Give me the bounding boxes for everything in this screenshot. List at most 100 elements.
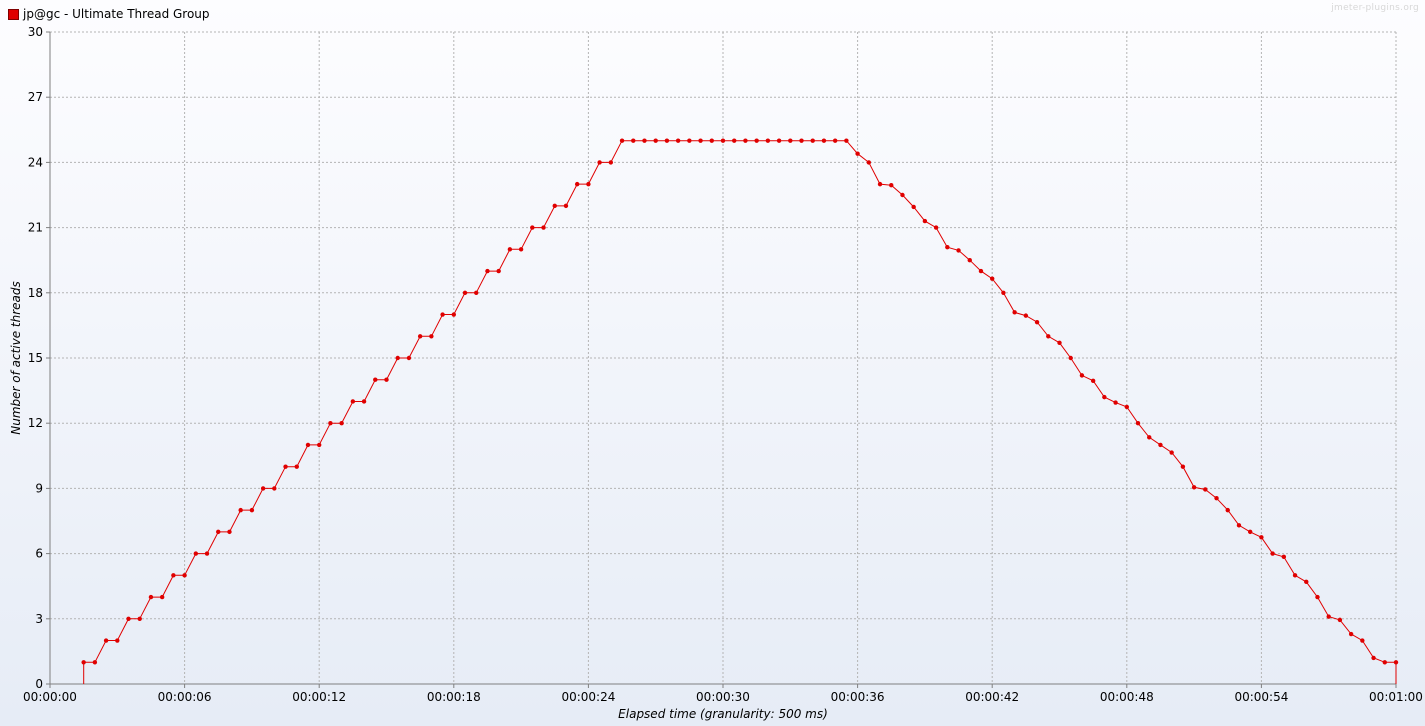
data-point xyxy=(597,160,602,165)
data-point xyxy=(1304,579,1309,585)
y-tick-label: 0 xyxy=(35,677,43,691)
data-point xyxy=(844,138,849,143)
data-point xyxy=(619,138,625,143)
chart-canvas: 00:00:00 00:00:06 00:00:12 00:00:18 00:00:24… xyxy=(0,0,1425,726)
data-point xyxy=(709,138,714,143)
data-point xyxy=(675,138,681,143)
data-point xyxy=(743,138,748,143)
data-point xyxy=(429,334,434,339)
legend: jp@gc - Ultimate Thread Group xyxy=(8,6,210,22)
data-point xyxy=(552,203,557,209)
chart-background xyxy=(0,0,1425,726)
data-point xyxy=(1191,485,1197,490)
data-point xyxy=(1259,535,1264,540)
data-point xyxy=(1337,617,1343,623)
data-point xyxy=(1236,523,1242,528)
data-point xyxy=(664,138,670,143)
x-tick-label: 00:00:06 xyxy=(158,690,212,704)
x-tick-label: 00:00:12 xyxy=(292,690,346,704)
data-point xyxy=(294,464,299,469)
y-axis-title: Number of active threads xyxy=(9,281,23,435)
data-point xyxy=(451,312,456,317)
data-point xyxy=(821,138,827,143)
data-point xyxy=(922,218,928,224)
data-point xyxy=(1012,310,1017,315)
data-point xyxy=(1102,394,1107,400)
data-point xyxy=(1203,487,1208,492)
data-point xyxy=(877,181,883,187)
data-point xyxy=(395,355,400,361)
data-point xyxy=(1057,340,1062,345)
data-point xyxy=(182,573,187,578)
data-point xyxy=(1214,495,1219,501)
data-point xyxy=(518,247,524,252)
data-point xyxy=(563,203,569,209)
data-point xyxy=(204,551,210,556)
data-point xyxy=(855,151,860,156)
data-point xyxy=(137,616,142,621)
data-point xyxy=(1001,290,1006,295)
data-point xyxy=(687,138,692,143)
data-point xyxy=(631,138,636,143)
data-point xyxy=(956,248,961,253)
data-point xyxy=(81,660,86,665)
data-point xyxy=(1079,373,1085,378)
data-point xyxy=(1225,507,1230,513)
data-point xyxy=(945,244,950,250)
y-tick-label: 24 xyxy=(28,155,43,169)
data-point xyxy=(485,268,490,274)
data-point xyxy=(653,138,658,143)
y-tick-label: 27 xyxy=(28,90,43,104)
data-point xyxy=(238,507,243,513)
data-point xyxy=(305,442,311,448)
data-point xyxy=(1034,319,1040,325)
data-point xyxy=(1124,404,1130,410)
data-point xyxy=(698,138,703,143)
thread-chart: 00:00:00 00:00:06 00:00:12 00:00:18 00:00:24… xyxy=(0,0,1425,726)
y-tick-label: 12 xyxy=(28,416,43,430)
x-tick-label: 00:00:30 xyxy=(696,690,750,704)
y-tick-label: 3 xyxy=(35,612,43,626)
data-point xyxy=(911,204,916,210)
data-point xyxy=(474,290,479,295)
x-tick-label: 00:00:18 xyxy=(427,690,481,704)
data-point xyxy=(361,399,367,404)
data-point xyxy=(720,138,726,143)
data-point xyxy=(283,464,288,469)
data-point xyxy=(1292,573,1298,578)
data-point xyxy=(765,138,771,143)
legend-label: jp@gc - Ultimate Thread Group xyxy=(23,7,210,21)
data-point xyxy=(1326,614,1331,619)
data-point xyxy=(788,138,793,143)
data-point xyxy=(328,421,333,426)
data-point xyxy=(339,421,344,426)
x-tick-label: 00:00:24 xyxy=(561,690,615,704)
data-point xyxy=(227,529,232,535)
data-point xyxy=(608,160,614,165)
data-point xyxy=(159,594,165,600)
data-point xyxy=(1348,631,1354,637)
data-point xyxy=(260,486,266,491)
data-point xyxy=(1068,355,1073,361)
data-point xyxy=(417,334,423,339)
data-point xyxy=(1023,313,1029,318)
data-point xyxy=(1046,334,1051,339)
data-point xyxy=(440,312,445,317)
watermark: jmeter-plugins.org xyxy=(1331,3,1419,13)
x-tick-label: 00:00:42 xyxy=(965,690,1019,704)
data-point xyxy=(1360,638,1365,643)
data-point xyxy=(507,247,513,252)
y-tick-label: 6 xyxy=(35,547,43,561)
x-axis-title: Elapsed time (granularity: 500 ms) xyxy=(618,707,828,721)
data-point xyxy=(866,160,872,165)
data-point xyxy=(776,138,782,143)
data-point xyxy=(1371,655,1376,661)
y-tick-label: 18 xyxy=(28,286,43,300)
data-point xyxy=(1247,529,1253,535)
data-point xyxy=(1281,554,1287,560)
data-point xyxy=(799,138,804,143)
data-point xyxy=(1315,594,1320,600)
data-point xyxy=(810,138,815,143)
data-point xyxy=(990,276,995,281)
x-tick-label: 00:00:48 xyxy=(1100,690,1154,704)
